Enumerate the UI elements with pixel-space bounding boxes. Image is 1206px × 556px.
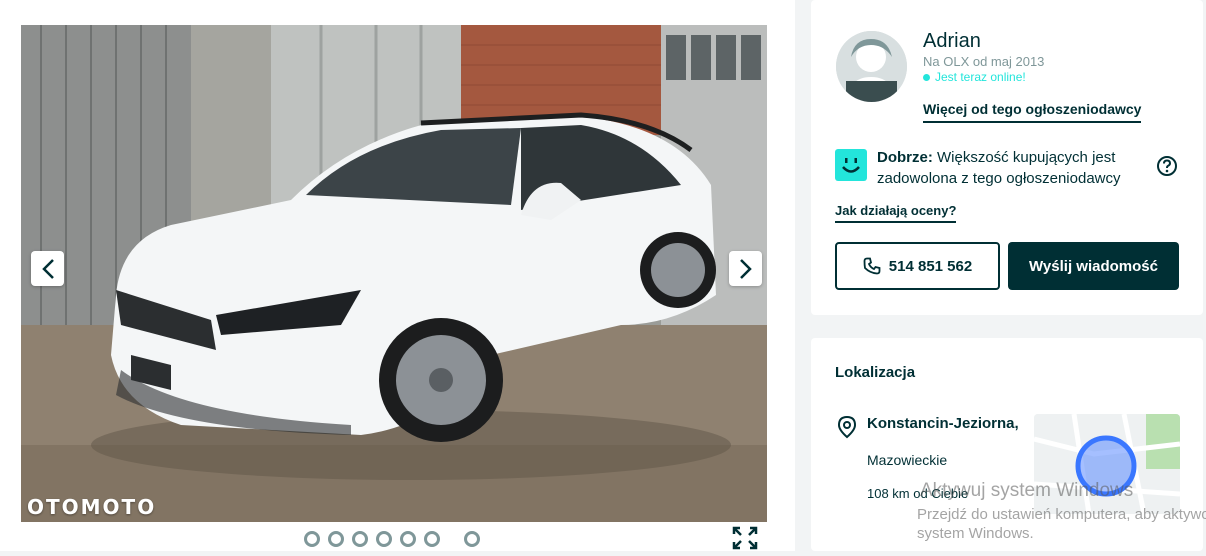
gallery-dot[interactable] <box>352 531 368 547</box>
location-title: Lokalizacja <box>835 364 916 381</box>
smile-rating-icon <box>835 149 867 181</box>
how-ratings-work-link[interactable]: Jak działają oceny? <box>835 203 957 223</box>
gallery-dot[interactable] <box>424 531 440 547</box>
rating-description: Dobrze: Większość kupujących jest zadowo… <box>877 147 1157 189</box>
listing-photo[interactable] <box>21 25 767 522</box>
seller-avatar <box>836 31 907 102</box>
otomoto-watermark: OTOMOTO <box>27 495 157 519</box>
previous-photo-button[interactable] <box>31 251 64 286</box>
online-dot-icon <box>923 73 930 81</box>
gallery-dot[interactable] <box>328 531 344 547</box>
help-icon[interactable] <box>1156 155 1178 177</box>
chevron-right-icon <box>739 258 752 279</box>
more-from-seller-link[interactable]: Więcej od tego ogłoszeniodawcy <box>923 101 1142 123</box>
map-preview <box>1034 414 1180 514</box>
location-map[interactable] <box>1034 414 1180 514</box>
location-card: Lokalizacja Konstancin-Jeziorna, Mazowie… <box>811 338 1203 551</box>
image-gallery: OTOMOTO <box>0 0 795 551</box>
location-city: Konstancin-Jeziorna, <box>867 415 1019 432</box>
next-photo-button[interactable] <box>729 251 762 286</box>
chevron-left-icon <box>41 258 54 279</box>
gallery-dot[interactable] <box>304 531 320 547</box>
gallery-pagination <box>304 531 480 547</box>
fullscreen-button[interactable] <box>731 525 759 551</box>
rating-label: Dobrze: <box>877 149 933 166</box>
show-phone-button[interactable]: 514 851 562 <box>835 242 1000 290</box>
gallery-dot[interactable] <box>376 531 392 547</box>
seller-member-since: Na OLX od maj 2013 <box>923 54 1045 69</box>
car-photo-illustration <box>21 25 767 522</box>
phone-number: 514 851 562 <box>888 257 973 275</box>
location-region: Mazowieckie <box>867 452 948 468</box>
user-avatar-icon <box>836 31 907 102</box>
gallery-dot[interactable] <box>400 531 416 547</box>
location-distance: 108 km od Ciebie <box>867 486 969 501</box>
seller-card: Adrian Na OLX od maj 2013 Jest teraz onl… <box>811 0 1203 315</box>
send-message-button[interactable]: Wyślij wiadomość <box>1008 242 1179 290</box>
location-pin-icon <box>835 415 859 439</box>
seller-name: Adrian <box>923 30 981 52</box>
expand-icon <box>732 526 758 550</box>
online-status: Jest teraz online! <box>923 70 1026 84</box>
online-status-text: Jest teraz online! <box>935 70 1026 84</box>
gallery-dot[interactable] <box>464 531 480 547</box>
phone-icon <box>863 257 881 275</box>
